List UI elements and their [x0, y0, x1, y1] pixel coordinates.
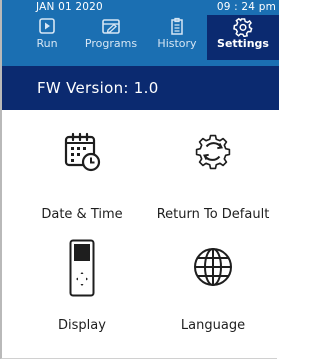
- tab-history-label: History: [157, 37, 197, 50]
- display-button[interactable]: Display: [32, 236, 132, 346]
- reset-gear-icon: [195, 134, 231, 170]
- tab-programs[interactable]: Programs: [72, 15, 150, 66]
- firmware-version: FW Version: 1.0: [37, 79, 159, 97]
- return-to-default-button[interactable]: Return To Default: [150, 128, 276, 224]
- status-date: JAN 01 2020: [36, 1, 103, 13]
- calendar-clock-icon: [64, 132, 101, 172]
- firmware-header: FW Version: 1.0: [2, 66, 279, 110]
- gear-icon: [233, 17, 253, 37]
- play-icon: [39, 18, 55, 34]
- date-time-button[interactable]: Date & Time: [32, 128, 132, 224]
- display-device-icon: [69, 239, 95, 297]
- tab-run[interactable]: Run: [27, 15, 67, 66]
- language-label: Language: [180, 318, 246, 333]
- tab-settings-label: Settings: [217, 37, 269, 50]
- date-time-label: Date & Time: [41, 207, 123, 222]
- tab-bar: Run Programs History Settings: [2, 15, 279, 66]
- status-bar: JAN 01 2020 09 : 24 pm: [2, 0, 279, 15]
- language-button[interactable]: Language: [150, 236, 276, 346]
- tab-history[interactable]: History: [148, 15, 206, 66]
- return-to-default-label: Return To Default: [156, 207, 270, 222]
- tab-run-label: Run: [36, 37, 58, 50]
- globe-icon: [194, 248, 232, 286]
- programs-icon: [102, 19, 120, 34]
- display-label: Display: [58, 318, 106, 333]
- tab-programs-label: Programs: [84, 37, 138, 50]
- settings-screen: JAN 01 2020 09 : 24 pm Run Programs Hist…: [0, 0, 279, 359]
- tab-settings[interactable]: Settings: [207, 15, 279, 60]
- history-icon: [171, 17, 183, 35]
- status-time: 09 : 24 pm: [216, 1, 276, 13]
